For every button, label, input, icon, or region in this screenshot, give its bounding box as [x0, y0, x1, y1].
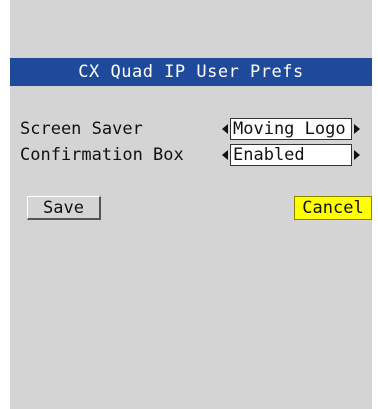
confirmation-box-label: Confirmation Box: [20, 145, 184, 165]
screen-saver-next-arrow-icon[interactable]: [352, 118, 362, 140]
confirmation-box-prev-arrow-icon[interactable]: [220, 144, 230, 166]
screen-saver-value[interactable]: Moving Logo: [230, 118, 352, 140]
save-button[interactable]: Save: [27, 196, 101, 220]
confirmation-box-value[interactable]: Enabled: [230, 144, 352, 166]
screen-saver-selector[interactable]: Moving Logo: [220, 118, 362, 140]
confirmation-box-selector[interactable]: Enabled: [220, 144, 362, 166]
dialog-title: CX Quad IP User Prefs: [10, 58, 372, 86]
confirmation-box-next-arrow-icon[interactable]: [352, 144, 362, 166]
screen-saver-label: Screen Saver: [20, 119, 143, 139]
screen-saver-prev-arrow-icon[interactable]: [220, 118, 230, 140]
cancel-button[interactable]: Cancel: [294, 196, 372, 220]
